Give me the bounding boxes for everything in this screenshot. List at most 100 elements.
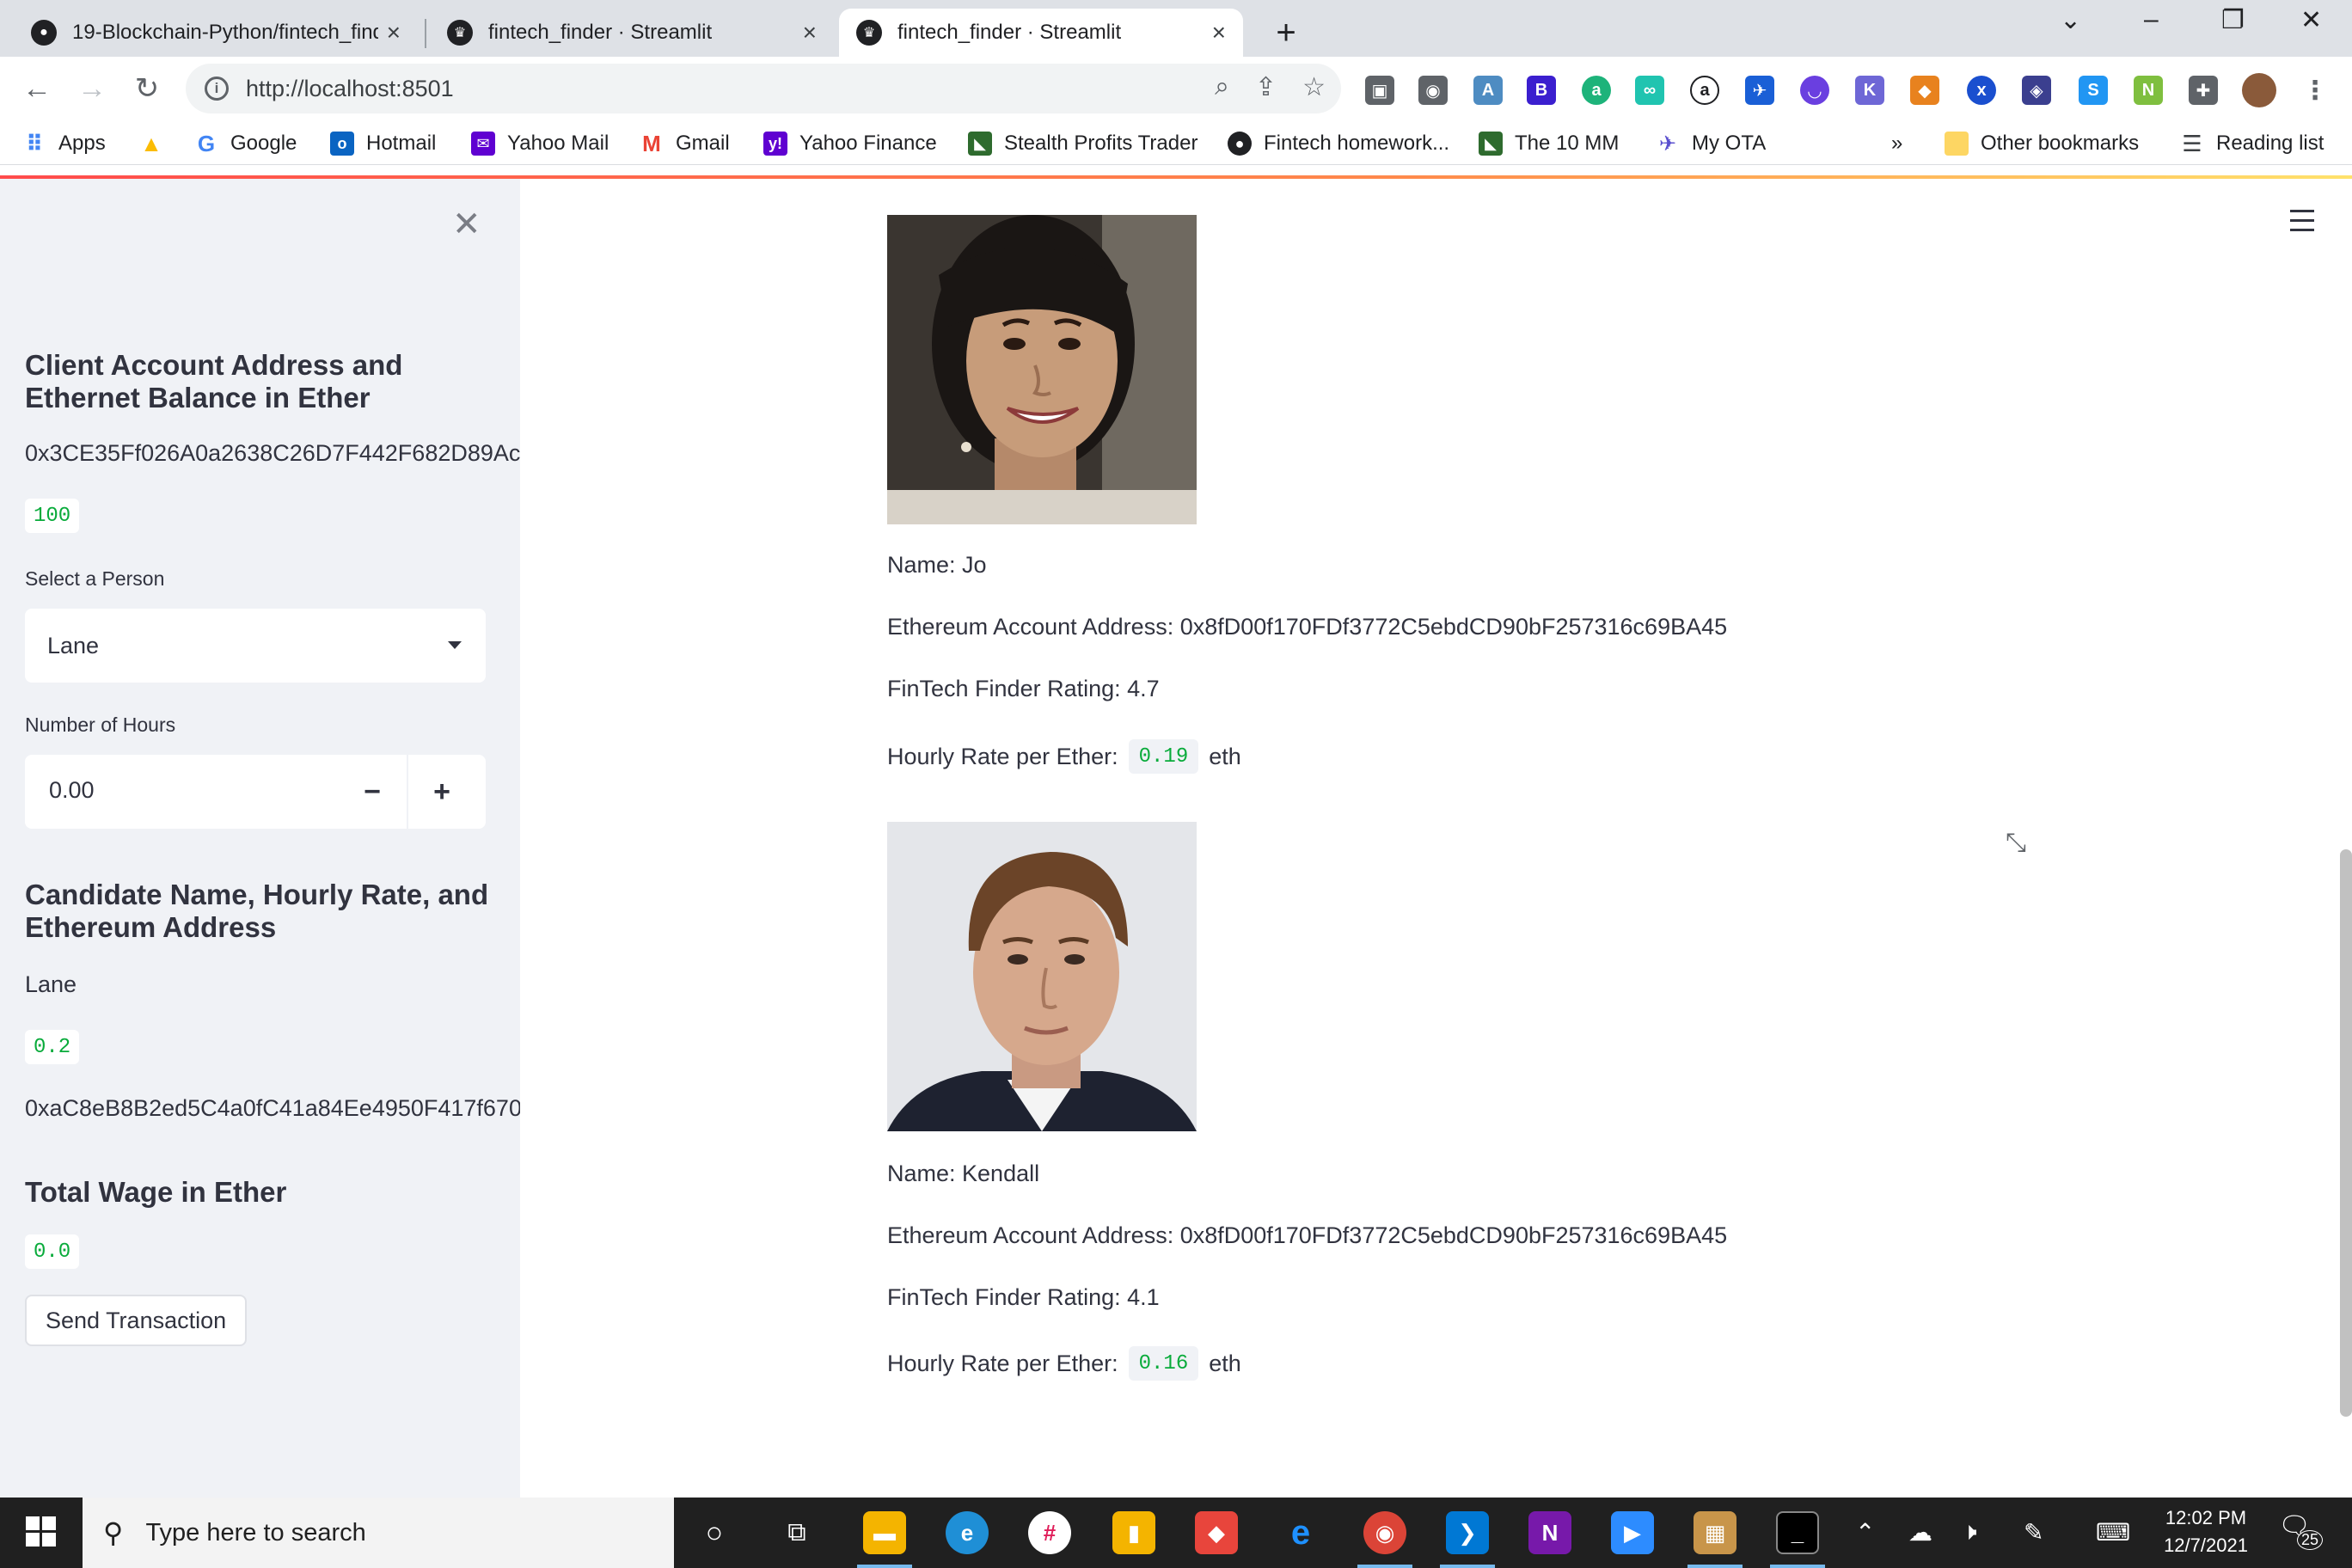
site-info-icon[interactable]: i: [205, 77, 229, 101]
google-keep-icon[interactable]: ▮: [1112, 1511, 1155, 1554]
bookmark-my-ota[interactable]: ✈ My OTA: [1656, 129, 1766, 158]
terminal-icon[interactable]: _: [1776, 1511, 1819, 1554]
candidate-address-jo: Ethereum Account Address: 0x8fD00f170FDf…: [887, 614, 1728, 640]
fullscreen-expand-icon[interactable]: ⤡: [2006, 829, 2026, 858]
bookmark-other-bookmarks[interactable]: Other bookmarks: [1945, 129, 2139, 158]
rate-value-code: 0.19: [1128, 739, 1199, 774]
tab-separator: [425, 19, 426, 48]
extension-icon[interactable]: ◡: [1800, 76, 1829, 105]
bookmark-fintech-homework[interactable]: ● Fintech homework...: [1228, 129, 1449, 158]
task-view-icon[interactable]: ⧉: [775, 1511, 818, 1554]
reading-list-button[interactable]: ☰ Reading list: [2180, 129, 2324, 158]
person-select[interactable]: Lane: [25, 609, 486, 683]
url-text[interactable]: http://localhost:8501: [246, 76, 454, 102]
main-content: Name: Jo Ethereum Account Address: 0x8fD…: [520, 179, 2352, 1498]
bookmark-yahoo-mail[interactable]: ✉ Yahoo Mail: [471, 129, 609, 158]
hours-number-input[interactable]: 0.00 − +: [25, 755, 486, 829]
sidebar-close-icon[interactable]: ✕: [452, 205, 481, 244]
tray-overflow-icon[interactable]: ⌃: [1855, 1518, 1875, 1547]
onedrive-icon[interactable]: ☁: [1908, 1518, 1932, 1547]
taskbar-clock[interactable]: 12:02 PM 12/7/2021: [2146, 1504, 2266, 1559]
bookmark-stealth-profits[interactable]: ◣ Stealth Profits Trader: [968, 129, 1197, 158]
extension-icon[interactable]: B: [1527, 76, 1556, 105]
bookmark-hotmail[interactable]: o Hotmail: [330, 129, 436, 158]
candidate-address-text: 0xaC8eB8B2ed5C4a0fC41a84Ee4950F417f67029: [25, 1095, 520, 1121]
file-explorer-icon[interactable]: ▬: [863, 1511, 906, 1554]
tab-search-icon[interactable]: ⌄: [2060, 5, 2081, 35]
extension-icon[interactable]: K: [1855, 76, 1884, 105]
zoom-app-icon[interactable]: ▶: [1611, 1511, 1654, 1554]
extension-icon[interactable]: ◉: [1418, 76, 1448, 105]
slack-icon[interactable]: #: [1028, 1511, 1071, 1554]
touch-keyboard-icon[interactable]: ⌨: [2096, 1518, 2130, 1547]
extension-icon[interactable]: S: [2079, 76, 2108, 105]
extension-icon[interactable]: a: [1690, 76, 1719, 105]
close-icon[interactable]: ×: [387, 19, 401, 46]
candidate-photo-jo: [887, 215, 1197, 524]
internet-explorer-icon[interactable]: e: [1279, 1511, 1322, 1554]
zoom-icon[interactable]: ⌕: [1215, 72, 1229, 102]
tab-title: fintech_finder · Streamlit: [897, 21, 1122, 44]
vscode-icon[interactable]: ❯: [1446, 1511, 1489, 1554]
scrollbar[interactable]: [2340, 849, 2352, 1417]
back-icon[interactable]: ←: [17, 69, 57, 108]
hours-value[interactable]: 0.00: [49, 777, 95, 804]
onenote-icon[interactable]: N: [1528, 1511, 1571, 1554]
bookmark-google[interactable]: G Google: [194, 129, 297, 158]
browser-menu-icon[interactable]: ⋮: [2300, 76, 2330, 105]
close-icon[interactable]: ×: [1212, 19, 1226, 46]
apps-grid-icon: ⠿: [25, 130, 44, 156]
increment-button[interactable]: +: [407, 755, 475, 829]
taskbar-search-box[interactable]: ⚲ Type here to search: [83, 1498, 674, 1568]
new-tab-button[interactable]: +: [1265, 12, 1307, 53]
tab-streamlit-active[interactable]: ♛ fintech_finder · Streamlit ×: [839, 9, 1243, 57]
bookmark-gmail[interactable]: M Gmail: [640, 129, 730, 158]
extension-icon[interactable]: x: [1967, 76, 1996, 105]
restore-icon[interactable]: ❐: [2221, 5, 2245, 35]
extension-icon[interactable]: a: [1582, 76, 1611, 105]
candidate-rating-jo: FinTech Finder Rating: 4.7: [887, 676, 1160, 701]
share-icon[interactable]: ⇪: [1255, 72, 1277, 102]
edge-icon[interactable]: e: [946, 1511, 989, 1554]
rate-unit: eth: [1209, 743, 1241, 769]
close-icon[interactable]: ×: [803, 19, 817, 46]
extension-icon[interactable]: A: [1473, 76, 1503, 105]
bookmark-star-icon[interactable]: ☆: [1302, 72, 1326, 102]
profile-avatar[interactable]: [2242, 73, 2276, 107]
hamburger-menu-icon[interactable]: [2290, 210, 2314, 238]
pen-icon[interactable]: ✎: [2024, 1518, 2043, 1547]
windows-start-icon[interactable]: [26, 1516, 57, 1547]
bookmark-apps[interactable]: ⠿ Apps: [22, 129, 106, 158]
tab-github[interactable]: ● 19-Blockchain-Python/fintech_finder ×: [14, 9, 418, 57]
metamask-icon[interactable]: ◆: [1910, 76, 1939, 105]
total-wage-heading: Total Wage in Ether: [25, 1176, 287, 1208]
chrome-icon[interactable]: ◉: [1363, 1511, 1406, 1554]
extension-icon[interactable]: ✈: [1745, 76, 1774, 105]
box-app-icon[interactable]: ▦: [1694, 1511, 1736, 1554]
extension-icon[interactable]: ◈: [2022, 76, 2051, 105]
bookmark-the-10-mm[interactable]: ◣ The 10 MM: [1479, 129, 1619, 158]
bookmarks-overflow-button[interactable]: »: [1891, 129, 1902, 158]
reload-icon[interactable]: ↻: [127, 69, 167, 108]
notification-center-icon[interactable]: 🗨 25: [2278, 1511, 2324, 1550]
extension-icon[interactable]: ▣: [1365, 76, 1394, 105]
bookmark-drive[interactable]: ▲: [139, 129, 175, 158]
send-transaction-button[interactable]: Send Transaction: [25, 1295, 248, 1346]
bookmark-yahoo-finance[interactable]: y! Yahoo Finance: [763, 129, 937, 158]
bookmark-label: Yahoo Mail: [507, 132, 609, 155]
decrement-button[interactable]: −: [338, 755, 407, 829]
address-bar[interactable]: i http://localhost:8501 ⌕ ⇪ ☆: [186, 64, 1341, 113]
volume-muted-icon[interactable]: 🕨: [1962, 1518, 1977, 1547]
extension-icon[interactable]: ∞: [1635, 76, 1664, 105]
candidate-name-jo: Name: Jo: [887, 552, 987, 578]
git-client-icon[interactable]: ◆: [1195, 1511, 1238, 1554]
extensions-puzzle-icon[interactable]: ✚: [2189, 76, 2218, 105]
bookmark-label: Other bookmarks: [1981, 132, 2140, 155]
tab-streamlit-1[interactable]: ♛ fintech_finder · Streamlit ×: [430, 9, 834, 57]
bookmark-label: Yahoo Finance: [799, 132, 937, 155]
forward-icon[interactable]: →: [72, 69, 112, 108]
extension-icon[interactable]: N: [2134, 76, 2163, 105]
minimize-icon[interactable]: –: [2144, 5, 2159, 34]
cortana-icon[interactable]: ○: [693, 1511, 736, 1554]
window-close-icon[interactable]: ✕: [2300, 5, 2322, 35]
